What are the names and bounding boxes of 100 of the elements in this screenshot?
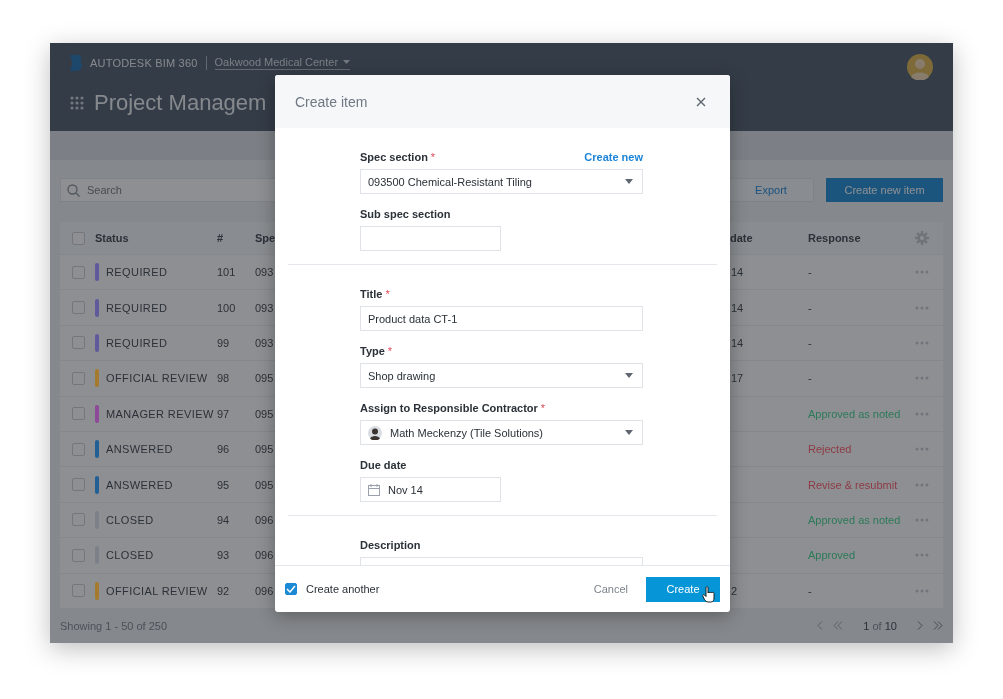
more-icon[interactable]: [915, 517, 929, 522]
apps-grid-icon[interactable]: [70, 96, 84, 110]
caret-icon: [343, 60, 351, 64]
total-pages: 10: [884, 619, 897, 632]
table-cell-text: 96: [217, 443, 231, 456]
more-icon[interactable]: [915, 340, 929, 345]
caret-icon: [625, 430, 633, 435]
row-checkbox[interactable]: [72, 548, 85, 562]
status-text: OFFICIAL REVIEW: [106, 584, 208, 597]
status-text: ANSWERED: [106, 443, 173, 456]
table-cell-text: 101: [217, 266, 237, 279]
more-icon[interactable]: [915, 482, 929, 487]
next-icon[interactable]: [917, 621, 923, 630]
current-page: 1: [863, 619, 870, 632]
hand-cursor-icon: [702, 586, 716, 603]
row-checkbox[interactable]: [72, 442, 85, 456]
table-cell-text: 95: [217, 478, 231, 491]
checkbox-label: Create another: [306, 583, 380, 595]
field-label: Assign to Responsible Contractor: [360, 402, 538, 414]
required-mark: *: [540, 402, 546, 414]
caret-icon: [625, 373, 633, 378]
calendar-icon: [368, 483, 380, 496]
column-header[interactable]: #: [217, 232, 255, 244]
page-title: Project Managem: [94, 90, 267, 116]
table-cell-text: 97: [217, 407, 231, 420]
table-cell-text: 93: [217, 549, 231, 562]
table-cell: 095: [255, 407, 274, 420]
row-checkbox[interactable]: [72, 265, 85, 279]
brand-name: AUTODESK BIM 360: [90, 57, 198, 69]
table-cell: 095: [255, 372, 274, 385]
response-text: Approved as noted: [808, 513, 901, 526]
column-header[interactable]: Status: [95, 232, 217, 244]
response-text: Approved: [808, 549, 856, 562]
status-text: ANSWERED: [106, 478, 173, 491]
table-cell: 14: [731, 301, 744, 314]
dialog-title: Create item: [295, 93, 369, 110]
create-new-link[interactable]: Create new: [584, 151, 643, 163]
table-cell-text: 94: [217, 513, 231, 526]
column-header[interactable]: Spe: [255, 232, 276, 244]
page-of-label: of: [872, 619, 882, 632]
table-cell: 096: [255, 513, 274, 526]
cancel-button[interactable]: Cancel: [587, 582, 634, 596]
field-label: Title: [360, 288, 383, 300]
input-field[interactable]: Product data CT-1: [360, 306, 643, 331]
more-icon[interactable]: [915, 588, 929, 593]
required-mark: *: [385, 288, 390, 300]
logo-icon: [70, 55, 82, 71]
create-another-checkbox[interactable]: [285, 583, 297, 595]
field-label: Type: [360, 345, 385, 357]
column-header[interactable]: Response: [808, 232, 915, 244]
export-button[interactable]: Export: [728, 178, 814, 202]
row-checkbox[interactable]: [72, 478, 85, 492]
table-cell: 095: [255, 443, 274, 456]
create-button[interactable]: Create: [646, 576, 720, 602]
status-text: REQUIRED: [106, 336, 168, 349]
person-avatar: [368, 425, 382, 440]
table-cell: 093: [255, 336, 274, 349]
more-icon[interactable]: [915, 305, 929, 310]
table-cell-text: 98: [217, 372, 231, 385]
row-checkbox[interactable]: [72, 301, 85, 315]
more-icon[interactable]: [915, 553, 929, 558]
row-checkbox[interactable]: [72, 513, 85, 527]
required-mark: *: [387, 345, 393, 357]
more-icon[interactable]: [915, 376, 929, 381]
response-text: -: [808, 301, 812, 314]
settings-icon[interactable]: [915, 231, 929, 245]
create-new-item-button[interactable]: Create new item: [826, 178, 943, 202]
table-cell: 093: [255, 266, 274, 279]
select-all-checkbox[interactable]: [72, 231, 85, 245]
date-field[interactable]: Nov 14: [360, 477, 501, 502]
field-label: Due date: [360, 459, 407, 471]
last-page-icon[interactable]: [933, 621, 943, 630]
more-icon[interactable]: [915, 270, 929, 275]
select-field[interactable]: 093500 Chemical-Resistant Tiling: [360, 169, 643, 194]
status-text: REQUIRED: [106, 301, 168, 314]
table-cell: 095: [255, 478, 274, 491]
field-label: Description: [360, 539, 421, 551]
row-checkbox[interactable]: [72, 336, 85, 350]
column-header[interactable]: date: [730, 232, 808, 244]
table-cell: 14: [731, 266, 744, 279]
field-label: Spec section: [360, 151, 428, 163]
field-label: Sub spec section: [360, 208, 451, 220]
row-checkbox[interactable]: [72, 584, 85, 598]
more-icon[interactable]: [915, 447, 929, 452]
table-cell-text: 99: [217, 336, 231, 349]
select-field[interactable]: Shop drawing: [360, 363, 643, 388]
response-text: -: [808, 584, 812, 597]
user-avatar[interactable]: [907, 54, 933, 80]
row-checkbox[interactable]: [72, 371, 85, 385]
table-cell: 093: [255, 301, 274, 314]
table-cell: 17: [731, 372, 744, 385]
select-field[interactable]: Math Meckenzy (Tile Solutions): [360, 420, 643, 445]
table-cell: 2: [731, 584, 738, 597]
input-field[interactable]: [360, 226, 501, 251]
close-icon[interactable]: [696, 96, 706, 107]
row-checkbox[interactable]: [72, 407, 85, 421]
project-selector[interactable]: Oakwood Medical Center: [214, 56, 351, 70]
more-icon[interactable]: [915, 411, 929, 416]
response-text: Revise & resubmit: [808, 478, 898, 491]
search-icon: [67, 184, 80, 197]
